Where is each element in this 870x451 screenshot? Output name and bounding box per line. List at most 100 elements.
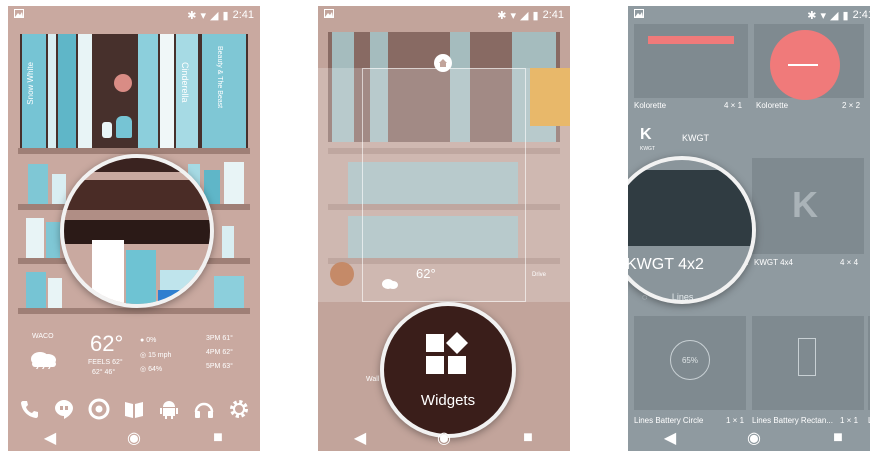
home-circle-icon: ◉ bbox=[747, 430, 761, 447]
book-closeup bbox=[126, 250, 156, 304]
adjacent-page-preview[interactable] bbox=[530, 68, 570, 126]
bluetooth-icon: ✱ bbox=[497, 9, 507, 22]
book bbox=[78, 34, 92, 148]
book-closeup bbox=[158, 290, 180, 304]
home-screen-phone: ✱ ▾ ◢ ▮ 2:41 Snow White Cinderella Beaut… bbox=[8, 6, 260, 451]
weather-city: WACO bbox=[32, 333, 54, 340]
book bbox=[224, 162, 244, 204]
home-circle-icon: ◉ bbox=[127, 430, 141, 447]
wallpapers-label: Wall bbox=[366, 376, 380, 383]
hangouts-icon[interactable] bbox=[51, 396, 77, 422]
signal-icon: ◢ bbox=[830, 9, 839, 22]
widget-size: 1 × 1 bbox=[726, 416, 745, 425]
lines-header-label: Lines bbox=[671, 292, 694, 302]
book bbox=[26, 218, 44, 258]
settings-gear-icon[interactable] bbox=[226, 396, 252, 422]
clock: 2:41 bbox=[542, 9, 564, 21]
widget-size: 1 × 1 bbox=[840, 416, 859, 425]
humidity-icon: ◎ bbox=[140, 366, 147, 373]
kwgt-icon-label: KWGT bbox=[640, 146, 655, 152]
book-spine-title: Snow White bbox=[26, 62, 35, 105]
forecast-time: 5PM bbox=[206, 363, 221, 370]
back-button[interactable]: ◀ bbox=[660, 428, 680, 448]
navigation-bar: ◀ ◉ ■ bbox=[628, 425, 870, 451]
home-page-preview[interactable] bbox=[362, 68, 526, 302]
kwgt-4x2-magnified[interactable]: KWGT 4x2 bbox=[628, 156, 756, 304]
drive-label: Drive bbox=[532, 272, 547, 278]
precip-value: 0% bbox=[146, 337, 157, 344]
widget-name: Kolorette bbox=[634, 101, 667, 110]
wifi-icon: ▾ bbox=[200, 9, 207, 22]
battery-rect-preview[interactable] bbox=[752, 316, 864, 410]
default-home-indicator[interactable] bbox=[434, 54, 452, 72]
status-bar: ✱ ▾ ◢ ▮ 2:41 bbox=[318, 6, 570, 24]
kolorette-4x1-preview[interactable] bbox=[634, 24, 748, 98]
image-notification-icon bbox=[324, 9, 334, 21]
back-button[interactable]: ◀ bbox=[40, 428, 60, 448]
wallpaper-thumbnail bbox=[330, 262, 354, 286]
book bbox=[58, 34, 76, 148]
kolorette-2x2-preview[interactable] bbox=[754, 24, 864, 100]
recents-button[interactable]: ■ bbox=[828, 428, 848, 448]
forecast-row: 4PM 62° bbox=[206, 349, 233, 356]
shelf-closeup bbox=[64, 180, 210, 210]
feels-like: FEELS 62° bbox=[88, 359, 123, 366]
home-button[interactable]: ◉ bbox=[744, 428, 764, 448]
navigation-bar: ◀ ◉ ■ bbox=[8, 425, 260, 451]
battery-icon: ▮ bbox=[222, 9, 229, 22]
recents-button[interactable]: ■ bbox=[208, 428, 228, 448]
phone-icon[interactable] bbox=[16, 396, 42, 422]
book-spine-title: Cinderella bbox=[180, 62, 190, 103]
kwgt-4x2-preview bbox=[628, 170, 752, 246]
home-icon bbox=[439, 59, 447, 67]
headphones-icon[interactable] bbox=[191, 396, 217, 422]
book bbox=[46, 222, 60, 258]
battery-icon: ▮ bbox=[532, 9, 539, 22]
image-notification-icon bbox=[634, 9, 644, 21]
signal-icon: ◢ bbox=[210, 9, 219, 22]
forecast-time: 3PM bbox=[206, 335, 221, 342]
chrome-icon[interactable] bbox=[86, 396, 112, 422]
widget-name: KWGT 4x4 bbox=[754, 258, 793, 267]
bluetooth-icon: ✱ bbox=[187, 9, 197, 22]
precip-row: ● 0% bbox=[140, 337, 156, 344]
widgets-label: Widgets bbox=[420, 392, 476, 409]
book-closeup bbox=[92, 240, 124, 304]
widgets-icon bbox=[424, 332, 468, 381]
wind-icon: ◎ bbox=[140, 352, 147, 359]
wind-value: 15 mph bbox=[148, 352, 172, 359]
back-button[interactable]: ◀ bbox=[350, 428, 370, 448]
signal-icon: ◢ bbox=[520, 9, 529, 22]
widget-size: 2 × 2 bbox=[842, 101, 861, 110]
play-books-icon[interactable] bbox=[121, 396, 147, 422]
droplet-icon: ● bbox=[140, 337, 145, 344]
bluetooth-icon: ✱ bbox=[807, 9, 817, 22]
widget-size: 4 × 4 bbox=[840, 258, 859, 267]
app-dock bbox=[16, 394, 252, 424]
home-button[interactable]: ◉ bbox=[434, 428, 454, 448]
widget-size: 4 × 1 bbox=[724, 101, 743, 110]
battery-circle-preview[interactable]: 65% bbox=[634, 316, 746, 410]
humidity-value: 64% bbox=[148, 366, 163, 373]
forecast-row: 5PM 63° bbox=[206, 363, 233, 370]
home-button[interactable]: ◉ bbox=[124, 428, 144, 448]
vase-decoration bbox=[116, 116, 132, 138]
shelf-plank bbox=[18, 308, 250, 314]
cloud-icon bbox=[380, 276, 400, 295]
recents-button[interactable]: ■ bbox=[518, 428, 538, 448]
navigation-bar: ◀ ◉ ■ bbox=[318, 425, 570, 451]
book bbox=[28, 164, 48, 204]
android-icon[interactable] bbox=[156, 396, 182, 422]
widgets-button[interactable]: Widgets bbox=[380, 302, 516, 438]
weather-widget[interactable]: WACO 62° FEELS 62° 62° 46° ● 0% ◎ 15 mph… bbox=[22, 331, 248, 386]
clock: 2:41 bbox=[232, 9, 254, 21]
recents-square-icon: ■ bbox=[523, 429, 533, 446]
recents-square-icon: ■ bbox=[213, 429, 223, 446]
kolorette-bar bbox=[648, 36, 734, 44]
kwgt-4x4-preview[interactable]: K bbox=[752, 158, 864, 254]
vase-decoration bbox=[102, 122, 112, 138]
wifi-icon: ▾ bbox=[510, 9, 517, 22]
book bbox=[48, 34, 56, 148]
lines-app-icon: ◌ bbox=[642, 292, 648, 302]
book bbox=[48, 278, 62, 308]
